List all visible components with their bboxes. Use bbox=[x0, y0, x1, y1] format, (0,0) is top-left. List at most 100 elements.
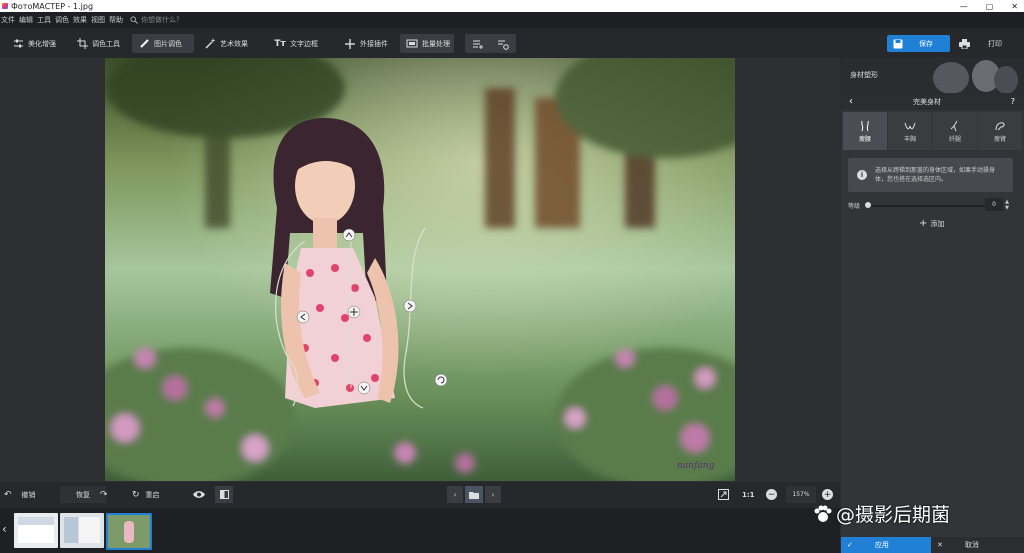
add-adjust-button[interactable] bbox=[465, 34, 491, 53]
tool-crop[interactable]: 调色工具 bbox=[70, 34, 130, 53]
actual-size-button[interactable]: 1:1 bbox=[742, 486, 755, 503]
sub-title: 完美身材 bbox=[913, 97, 941, 106]
tool-label: 图片调色 bbox=[154, 39, 182, 48]
reset-label: 恢复 bbox=[76, 490, 90, 499]
add-label: 添加 bbox=[930, 219, 945, 228]
restart-button[interactable]: ↻ 重启 bbox=[132, 486, 160, 503]
cancel-label: 取消 bbox=[964, 541, 979, 549]
tab-waist[interactable]: 瘦腰 bbox=[843, 112, 887, 150]
thumbnail-3-selected[interactable] bbox=[106, 513, 152, 550]
section-title: 身材塑形 bbox=[850, 71, 878, 79]
zoom-out-button[interactable]: − bbox=[766, 486, 777, 503]
save-button[interactable]: 保存 bbox=[887, 35, 950, 52]
undo-button[interactable]: ↶ 撤销 bbox=[4, 486, 36, 503]
level-value-field[interactable]: 0 bbox=[985, 198, 1003, 211]
menu-effects[interactable]: 效果 bbox=[73, 15, 87, 25]
minimize-button[interactable]: — bbox=[960, 2, 968, 11]
apply-bar: ✓ 应用 ✕ 取消 bbox=[841, 537, 1024, 553]
leg-icon bbox=[950, 120, 958, 131]
plus-icon bbox=[344, 38, 356, 50]
panel-header: 身材塑形 bbox=[841, 58, 1024, 93]
menu-bar: 文件 编辑 工具 调色 效果 视图 帮助 你想做什么？ bbox=[0, 12, 1024, 28]
add-button[interactable]: + 添加 bbox=[919, 218, 944, 229]
printer-icon bbox=[959, 38, 970, 49]
app-logo-icon bbox=[2, 3, 8, 9]
undo-icon: ↶ bbox=[4, 489, 12, 500]
tab-arms[interactable]: 瘦臂 bbox=[978, 112, 1022, 150]
sliders-icon bbox=[12, 38, 24, 50]
right-panel: 身材塑形 ‹ 完美身材 ? 瘦腰 丰胸 纤腿 瘦臂 i 选择从跨梯到那盖的身体区… bbox=[841, 58, 1024, 537]
level-stepper[interactable]: ▲ ▼ bbox=[1003, 198, 1011, 211]
thumbnail-1[interactable] bbox=[14, 513, 58, 548]
undo-label: 撤销 bbox=[21, 490, 36, 499]
history-button[interactable] bbox=[490, 34, 516, 53]
compare-button[interactable] bbox=[215, 486, 233, 503]
main-toolbar: 美化增强 调色工具 图片调色 艺术效果 Tт 文字边框 外接插件 批量处理 bbox=[0, 28, 1024, 59]
photo-canvas[interactable]: nanfang bbox=[105, 58, 735, 481]
stepper-down-icon[interactable]: ▼ bbox=[1005, 205, 1009, 211]
prev-image-button[interactable]: ‹ bbox=[447, 486, 463, 503]
level-label: 等级 bbox=[848, 203, 861, 210]
tool-label: 外接插件 bbox=[360, 39, 388, 48]
sub-header: ‹ 完美身材 ? bbox=[841, 93, 1024, 110]
level-slider-knob[interactable] bbox=[865, 202, 871, 208]
info-line-2: 体，您也搭在选择选区内。 bbox=[875, 176, 948, 183]
close-button[interactable]: ✕ bbox=[1011, 2, 1018, 11]
info-text: 选择从跨梯到那盖的身体区域，如果手动操身 体，您也搭在选择选区内。 bbox=[875, 166, 995, 184]
menu-help[interactable]: 帮助 bbox=[109, 15, 123, 25]
maximize-button[interactable]: ▢ bbox=[986, 2, 994, 11]
canvas-area: nanfang bbox=[0, 58, 840, 482]
tool-text[interactable]: Tт 文字边框 bbox=[268, 34, 330, 53]
chevron-left-icon: ‹ bbox=[453, 490, 457, 499]
info-icon: i bbox=[857, 170, 867, 180]
gallery-button[interactable] bbox=[465, 486, 483, 503]
tab-label: 瘦腰 bbox=[858, 135, 871, 143]
tool-label: 调色工具 bbox=[92, 39, 120, 48]
close-icon: ✕ bbox=[937, 541, 943, 549]
menu-view[interactable]: 视图 bbox=[91, 15, 105, 25]
portrait-photo: nanfang bbox=[105, 58, 735, 481]
menu-color[interactable]: 调色 bbox=[55, 15, 69, 25]
fit-screen-button[interactable] bbox=[718, 486, 729, 503]
fullscreen-icon bbox=[718, 489, 729, 500]
apply-label: 应用 bbox=[874, 541, 889, 549]
floppy-icon bbox=[893, 39, 903, 49]
tool-batch[interactable]: 批量处理 bbox=[400, 34, 454, 53]
waist-icon bbox=[861, 120, 869, 131]
tab-legs[interactable]: 纤腿 bbox=[933, 112, 977, 150]
tool-label: 艺术效果 bbox=[220, 39, 248, 48]
tab-label: 纤腿 bbox=[948, 135, 961, 143]
chevron-right-icon: › bbox=[491, 490, 495, 499]
print-button[interactable]: 打印 bbox=[953, 35, 1013, 52]
tool-art-effects[interactable]: 艺术效果 bbox=[198, 34, 260, 53]
next-image-button[interactable]: › bbox=[485, 486, 501, 503]
preview-button[interactable] bbox=[192, 486, 206, 503]
menu-edit[interactable]: 编辑 bbox=[19, 15, 33, 25]
back-arrow-icon[interactable]: ‹ bbox=[849, 96, 853, 107]
tool-retouch[interactable]: 图片调色 bbox=[132, 34, 194, 53]
thumbnail-2[interactable] bbox=[60, 513, 104, 548]
help-button[interactable]: ? bbox=[1011, 97, 1015, 106]
paw-logo-icon bbox=[814, 505, 832, 522]
menu-tools[interactable]: 工具 bbox=[37, 15, 51, 25]
tool-enhance[interactable]: 美化增强 bbox=[6, 34, 66, 53]
level-slider[interactable] bbox=[865, 202, 985, 208]
brush-icon bbox=[138, 38, 150, 50]
print-label: 打印 bbox=[988, 39, 1002, 48]
window-title: ФотоМАСТЕР - 1.jpg bbox=[11, 1, 94, 11]
cancel-button[interactable]: ✕ 取消 bbox=[931, 537, 1024, 553]
menu-file[interactable]: 文件 bbox=[1, 15, 15, 25]
tool-plugins[interactable]: 外接插件 bbox=[338, 34, 400, 53]
bottom-toolbar: ↶ 撤销 恢复 ↷ ↻ 重启 ‹ › 1:1 − 157% + bbox=[0, 482, 840, 508]
panel-header-illustration bbox=[933, 60, 1018, 93]
filmstrip-scroll-left-icon[interactable]: ‹ bbox=[2, 522, 7, 536]
plus-circle-icon: + bbox=[822, 489, 833, 500]
apply-button[interactable]: ✓ 应用 bbox=[841, 537, 931, 553]
tab-bust[interactable]: 丰胸 bbox=[888, 112, 932, 150]
tool-label: 批量处理 bbox=[422, 39, 450, 48]
menu-search[interactable]: 你想做什么？ bbox=[130, 15, 186, 25]
history-icon bbox=[498, 40, 509, 50]
redo-icon-button[interactable]: ↷ bbox=[100, 486, 108, 503]
plus-icon: + bbox=[919, 218, 928, 229]
crop-icon bbox=[76, 38, 88, 50]
